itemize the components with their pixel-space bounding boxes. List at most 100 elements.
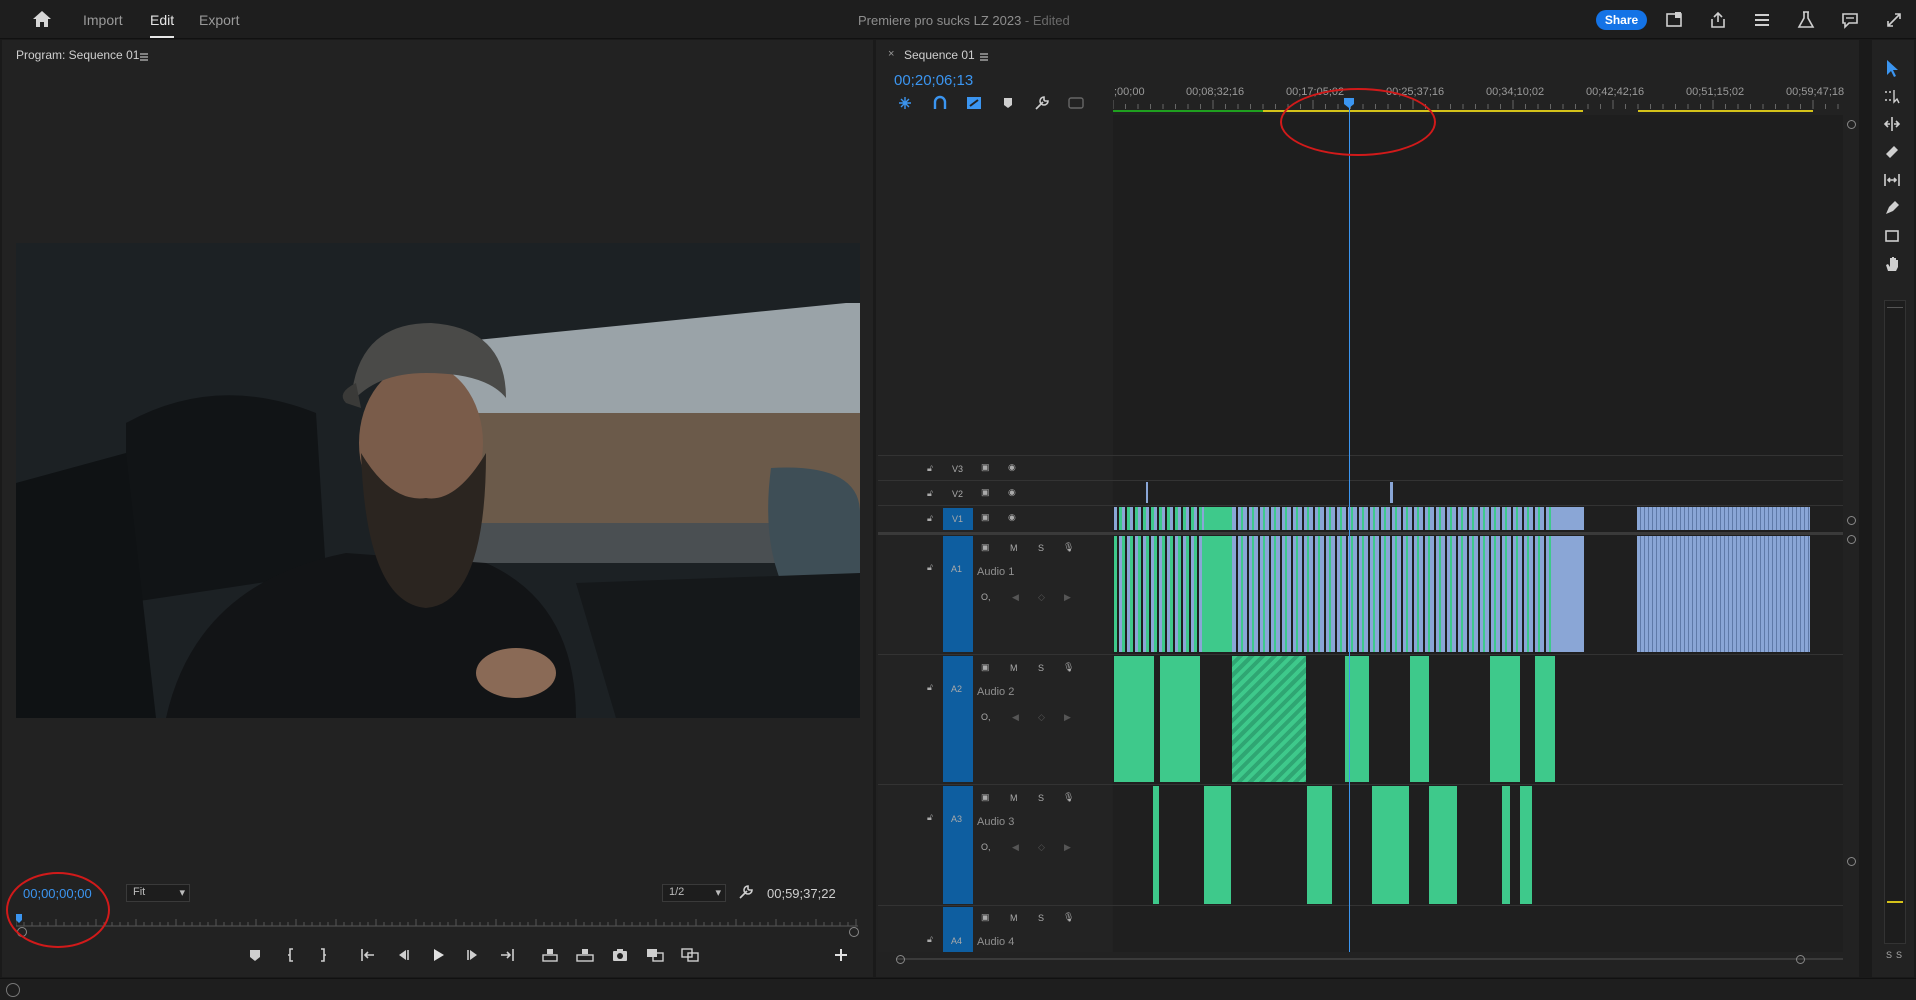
meter-solo-left[interactable]: S: [1886, 950, 1892, 960]
hamburger-icon[interactable]: [139, 49, 149, 67]
hand-tool-icon[interactable]: [1882, 254, 1902, 274]
mark-in-icon[interactable]: [281, 946, 301, 964]
film-sync-icon[interactable]: ▣: [981, 792, 990, 803]
program-zoom-handle-right[interactable]: [849, 927, 859, 937]
home-icon[interactable]: [32, 10, 52, 28]
go-to-in-icon[interactable]: [358, 946, 378, 964]
step-forward-icon[interactable]: [463, 946, 483, 964]
pen-tool-icon[interactable]: [1882, 198, 1902, 218]
audio-clip-a1-a[interactable]: [1114, 536, 1204, 652]
meter-solo-right[interactable]: S: [1896, 950, 1902, 960]
program-mini-timeline[interactable]: [15, 912, 858, 932]
video-clip-v1-b[interactable]: [1204, 507, 1232, 530]
add-marker-icon[interactable]: [245, 946, 265, 964]
share-button[interactable]: Share: [1596, 10, 1647, 30]
audio-clip-a2-f[interactable]: [1490, 656, 1520, 782]
zoom-dropdown[interactable]: Fit ▾: [126, 884, 190, 902]
resolution-dropdown[interactable]: 1/2 ▾: [662, 884, 726, 902]
add-keyframe-icon[interactable]: ◇: [1038, 592, 1045, 603]
publish-icon[interactable]: [1708, 10, 1728, 30]
add-keyframe-icon[interactable]: ◇: [1038, 842, 1045, 853]
linked-selection-icon[interactable]: [965, 95, 983, 111]
film-sync-icon[interactable]: ▣: [981, 662, 990, 673]
selection-tool-icon[interactable]: [1882, 58, 1902, 78]
lock-icon[interactable]: 🔓︎: [927, 934, 933, 945]
mute-button[interactable]: M: [1010, 793, 1018, 803]
timeline-ruler[interactable]: [1112, 100, 1843, 114]
close-icon[interactable]: ×: [888, 48, 894, 60]
lock-icon[interactable]: 🔓︎: [927, 463, 933, 474]
extract-icon[interactable]: [575, 946, 595, 964]
film-sync-icon[interactable]: ▣: [981, 542, 990, 553]
microphone-icon[interactable]: 🎙︎: [1063, 792, 1074, 803]
tab-export[interactable]: Export: [199, 12, 239, 28]
lock-icon[interactable]: 🔓︎: [927, 812, 933, 823]
nest-icon[interactable]: [896, 95, 914, 111]
fullscreen-icon[interactable]: [1884, 10, 1904, 30]
next-keyframe-icon[interactable]: ▶: [1064, 592, 1071, 603]
slip-tool-icon[interactable]: [1882, 170, 1902, 190]
settings-wrench-icon[interactable]: [738, 884, 754, 905]
audio-clip-a1-c[interactable]: [1232, 536, 1555, 652]
tab-edit[interactable]: Edit: [150, 12, 175, 38]
tab-import[interactable]: Import: [83, 12, 123, 28]
mark-out-icon[interactable]: [313, 946, 333, 964]
audio-clip-a1-b[interactable]: [1204, 536, 1232, 652]
beta-flask-icon[interactable]: [1796, 10, 1816, 30]
microphone-icon[interactable]: 🎙︎: [1063, 662, 1074, 673]
prev-keyframe-icon[interactable]: ◀: [1012, 592, 1019, 603]
solo-button[interactable]: S: [1038, 663, 1044, 673]
audio-clip-a3-g[interactable]: [1520, 786, 1532, 904]
volume-keyframe-icon[interactable]: O,: [981, 592, 991, 602]
microphone-icon[interactable]: 🎙︎: [1063, 912, 1074, 923]
video-clip-v1-a[interactable]: [1114, 507, 1204, 530]
audio-clip-a2-b[interactable]: [1160, 656, 1200, 782]
workspaces-icon[interactable]: [1752, 10, 1772, 30]
audio-clip-a1-e[interactable]: [1637, 536, 1810, 652]
video-clip-v2-a[interactable]: [1146, 482, 1148, 503]
lock-icon[interactable]: 🔓︎: [927, 513, 933, 524]
audio-clip-a1-d[interactable]: [1555, 536, 1584, 652]
hamburger-icon[interactable]: [979, 49, 989, 67]
add-marker-icon[interactable]: [999, 95, 1017, 111]
timeline-current-timecode[interactable]: 00;20;06;13: [894, 72, 973, 89]
lock-icon[interactable]: 🔓︎: [927, 682, 933, 693]
add-button-icon[interactable]: [831, 946, 851, 964]
mute-button[interactable]: M: [1010, 913, 1018, 923]
multi-camera-icon[interactable]: [680, 946, 700, 964]
video-clip-v1-c[interactable]: [1232, 507, 1584, 530]
video-clip-v1-d[interactable]: [1555, 507, 1584, 530]
audio-clip-a3-a[interactable]: [1153, 786, 1159, 904]
sequence-tab-title[interactable]: Sequence 01: [904, 48, 975, 62]
status-indicator-icon[interactable]: [6, 983, 20, 997]
track-target-a2[interactable]: [943, 656, 973, 782]
solo-button[interactable]: S: [1038, 793, 1044, 803]
eye-icon[interactable]: ◉: [1008, 462, 1016, 473]
audio-clip-a2-a[interactable]: [1114, 656, 1154, 782]
film-sync-icon[interactable]: ▣: [981, 912, 990, 923]
volume-keyframe-icon[interactable]: O,: [981, 842, 991, 852]
audio-clip-a3-e[interactable]: [1429, 786, 1457, 904]
razor-tool-icon[interactable]: [1882, 142, 1902, 162]
lock-icon[interactable]: 🔓︎: [927, 562, 933, 573]
next-keyframe-icon[interactable]: ▶: [1064, 842, 1071, 853]
ripple-edit-tool-icon[interactable]: [1882, 114, 1902, 134]
play-icon[interactable]: [428, 946, 448, 964]
video-clip-v1-e[interactable]: [1637, 507, 1810, 530]
compare-view-icon[interactable]: [645, 946, 665, 964]
prev-keyframe-icon[interactable]: ◀: [1012, 712, 1019, 723]
eye-icon[interactable]: ◉: [1008, 487, 1016, 498]
film-sync-icon[interactable]: ▣: [981, 462, 990, 473]
audio-clip-a2-g[interactable]: [1535, 656, 1555, 782]
rectangle-tool-icon[interactable]: [1882, 226, 1902, 246]
lock-icon[interactable]: 🔓︎: [927, 488, 933, 499]
video-clip-v2-b[interactable]: [1390, 482, 1393, 503]
timeline-settings-wrench-icon[interactable]: [1033, 95, 1051, 111]
mute-button[interactable]: M: [1010, 543, 1018, 553]
snap-magnet-icon[interactable]: [931, 95, 949, 111]
mute-button[interactable]: M: [1010, 663, 1018, 673]
add-keyframe-icon[interactable]: ◇: [1038, 712, 1045, 723]
timeline-vertical-scrollbar-top[interactable]: [1847, 120, 1856, 525]
eye-icon[interactable]: ◉: [1008, 512, 1016, 523]
step-back-icon[interactable]: [393, 946, 413, 964]
